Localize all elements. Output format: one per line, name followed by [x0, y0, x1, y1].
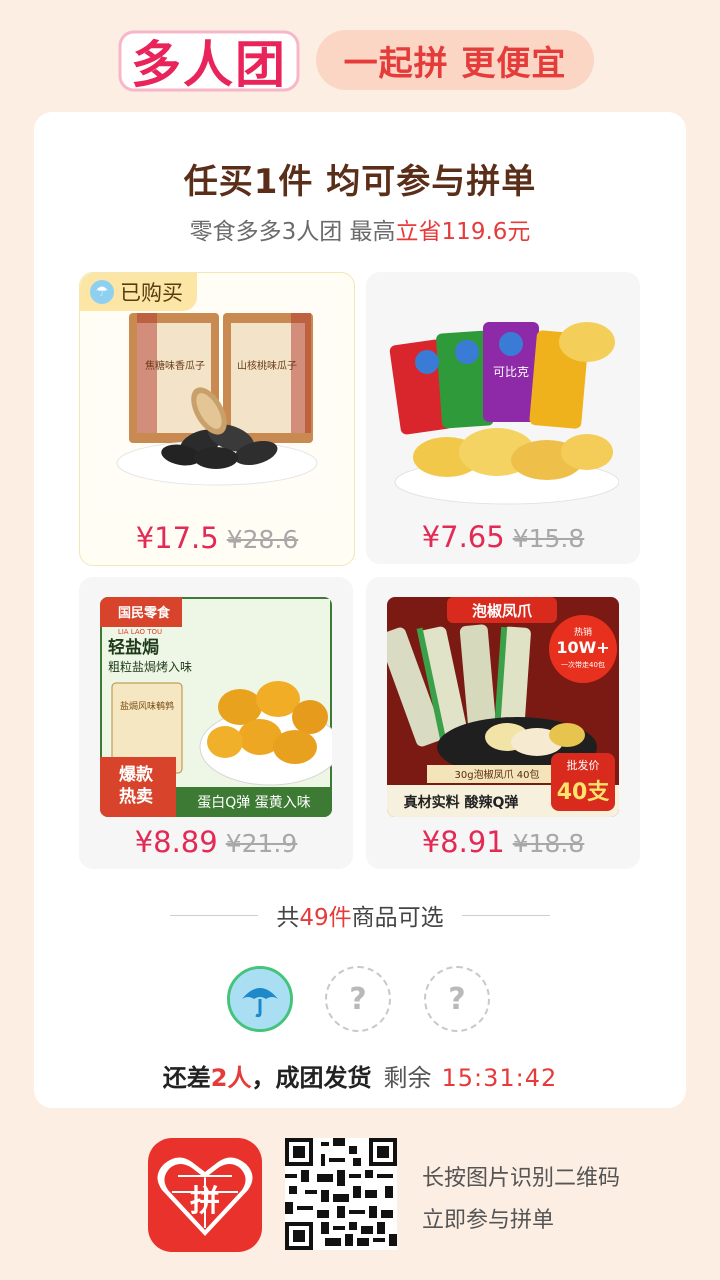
bought-tag: ☂ 已购买	[80, 273, 197, 311]
image-brand-en: LIA LAO TOU	[118, 628, 162, 636]
image-badge-hot: 爆款	[119, 764, 154, 785]
svg-text:焦糖味香瓜子: 焦糖味香瓜子	[145, 359, 205, 372]
group-price: ¥7.65	[421, 520, 505, 554]
footer-line-1: 长按图片识别二维码	[422, 1166, 621, 1191]
product-card-quail-eggs[interactable]: 国民零食 LIA LAO TOU 轻盐焗 粗粒盐焗烤入味 盐焗风味鹌鹑 爆款 热…	[79, 577, 353, 869]
price-row: ¥7.65 ¥15.8	[366, 520, 640, 554]
group-status: 还差2人，成团发货 剩余 15:31:42	[34, 1058, 686, 1093]
card-subline: 零食多多3人团 最高立省119.6元	[34, 212, 686, 246]
divider-left	[170, 914, 259, 916]
count-number: 49件	[299, 905, 352, 931]
image-burst-count: 10W+	[556, 638, 609, 657]
image-subtitle: 粗粒盐焗烤入味	[108, 659, 192, 674]
product-image-quail-eggs[interactable]: 国民零食 LIA LAO TOU 轻盐焗 粗粒盐焗烤入味 盐焗风味鹌鹑 爆款 热…	[100, 597, 332, 817]
image-brand: 国民零食	[118, 605, 171, 621]
app-icon-text: 拼	[190, 1184, 220, 1219]
group-card: 任买1件 均可参与拼单 零食多多3人团 最高立省119.6元 ☂ 已购买 焦糖味…	[34, 112, 686, 1108]
remain-label: 剩余	[383, 1064, 432, 1092]
product-image-chicken-feet[interactable]: 泡椒凤爪 热销 10W+ 一次带走40包 30g泡椒凤爪 40包 真材实料 酸辣…	[387, 597, 619, 817]
price-row: ¥17.5 ¥28.6	[80, 521, 354, 555]
image-tag-big: 40支	[557, 780, 611, 805]
umbrella-icon: ☂	[90, 280, 114, 304]
product-image-sunflower-seeds[interactable]: 焦糖味香瓜子 山核桃味瓜子	[101, 293, 333, 513]
member-avatar	[227, 966, 293, 1032]
available-count-row: 共49件商品可选	[34, 898, 686, 932]
image-burst-label: 热销	[574, 626, 592, 638]
card-headline: 任买1件 均可参与拼单	[183, 162, 537, 202]
product-card-potato-chips[interactable]: 可比克 ¥7.65 ¥15.8	[366, 272, 640, 564]
image-title: 泡椒凤爪	[472, 602, 533, 620]
image-bottom-text: 真材实料 酸辣Q弹	[404, 794, 519, 811]
original-price: ¥18.8	[512, 829, 585, 858]
group-price: ¥8.91	[421, 825, 505, 859]
need-number: 2人	[210, 1064, 252, 1092]
image-badge-sale: 热卖	[119, 786, 153, 807]
available-count: 共49件商品可选	[276, 898, 443, 932]
product-card-chicken-feet[interactable]: 泡椒凤爪 热销 10W+ 一次带走40包 30g泡椒凤爪 40包 真材实料 酸辣…	[366, 577, 640, 869]
pack-label: 山核桃味瓜子	[237, 359, 297, 372]
countdown-timer: 15:31:42	[441, 1064, 558, 1092]
original-price: ¥15.8	[512, 524, 585, 553]
original-price: ¥28.6	[226, 525, 299, 554]
product-card-sunflower-seeds[interactable]: ☂ 已购买 焦糖味香瓜子 山核桃味瓜子 ¥17.5 ¥28.6	[79, 272, 355, 566]
subline-prefix: 零食多多3人团 最高	[189, 219, 396, 245]
brand-title: 多人团	[131, 36, 287, 94]
divider-right	[461, 914, 550, 916]
price-row: ¥8.89 ¥21.9	[79, 825, 353, 859]
image-burst-sub: 一次带走40包	[561, 660, 605, 669]
brand-logo: 多人团	[118, 26, 300, 96]
image-pack: 30g泡椒凤爪 40包	[455, 768, 540, 781]
saving-highlight: 立省119.6元	[395, 219, 531, 245]
bought-tag-label: 已购买	[120, 281, 183, 305]
image-tag-small: 批发价	[567, 758, 600, 772]
group-price: ¥8.89	[134, 825, 218, 859]
need-people: 还差2人，成团发货	[163, 1064, 372, 1092]
need-prefix: 还差	[162, 1064, 211, 1092]
pack-label: 可比克	[493, 365, 529, 379]
image-pack: 盐焗风味鹌鹑	[120, 700, 174, 712]
slogan-pill: 一起拼 更便宜	[316, 30, 594, 90]
empty-member-slot: ?	[325, 966, 391, 1032]
qr-code[interactable]	[285, 1138, 397, 1250]
umbrella-icon	[230, 969, 290, 1029]
footer-line-2: 立即参与拼单	[422, 1208, 555, 1233]
empty-member-slot: ?	[424, 966, 490, 1032]
count-suffix: 商品可选	[351, 905, 444, 931]
original-price: ¥21.9	[225, 829, 298, 858]
group-price: ¥17.5	[135, 521, 219, 555]
footer-instructions: 长按图片识别二维码 立即参与拼单	[422, 1158, 620, 1242]
image-title: 轻盐焗	[108, 637, 159, 658]
image-bottom-text: 蛋白Q弹 蛋黄入味	[197, 794, 310, 811]
count-prefix: 共	[276, 905, 300, 931]
need-suffix: ，成团发货	[251, 1064, 372, 1092]
price-row: ¥8.91 ¥18.8	[366, 825, 640, 859]
pinduoduo-app-icon: 拼	[148, 1138, 262, 1252]
product-image-potato-chips[interactable]: 可比克	[387, 292, 619, 512]
